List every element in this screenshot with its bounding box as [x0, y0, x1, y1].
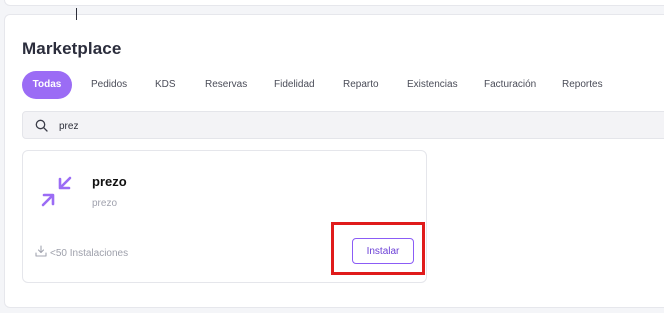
tab-reparto[interactable]: Reparto	[343, 71, 379, 99]
page-title: Marketplace	[22, 39, 122, 58]
install-button[interactable]: Instalar	[352, 238, 414, 264]
tab-pedidos[interactable]: Pedidos	[91, 71, 127, 99]
text-cursor	[76, 8, 77, 20]
tab-existencias[interactable]: Existencias	[407, 71, 458, 99]
download-icon	[35, 245, 47, 257]
tab-facturacion[interactable]: Facturación	[484, 71, 536, 99]
search-icon	[35, 119, 48, 132]
install-count: <50 Instalaciones	[35, 245, 128, 259]
arrows-collapse-icon	[41, 176, 72, 207]
tab-todas[interactable]: Todas	[22, 71, 72, 99]
app-description: prezo	[92, 198, 118, 209]
install-count-label: <50 Instalaciones	[50, 248, 129, 259]
tab-reportes[interactable]: Reportes	[562, 71, 603, 99]
app-name: prezo	[92, 174, 127, 189]
search-input[interactable]	[59, 116, 459, 136]
search-bar	[22, 111, 664, 139]
tab-kds[interactable]: KDS	[155, 71, 176, 99]
top-panel	[4, 0, 664, 6]
tab-fidelidad[interactable]: Fidelidad	[274, 71, 315, 99]
tab-reservas[interactable]: Reservas	[205, 71, 247, 99]
